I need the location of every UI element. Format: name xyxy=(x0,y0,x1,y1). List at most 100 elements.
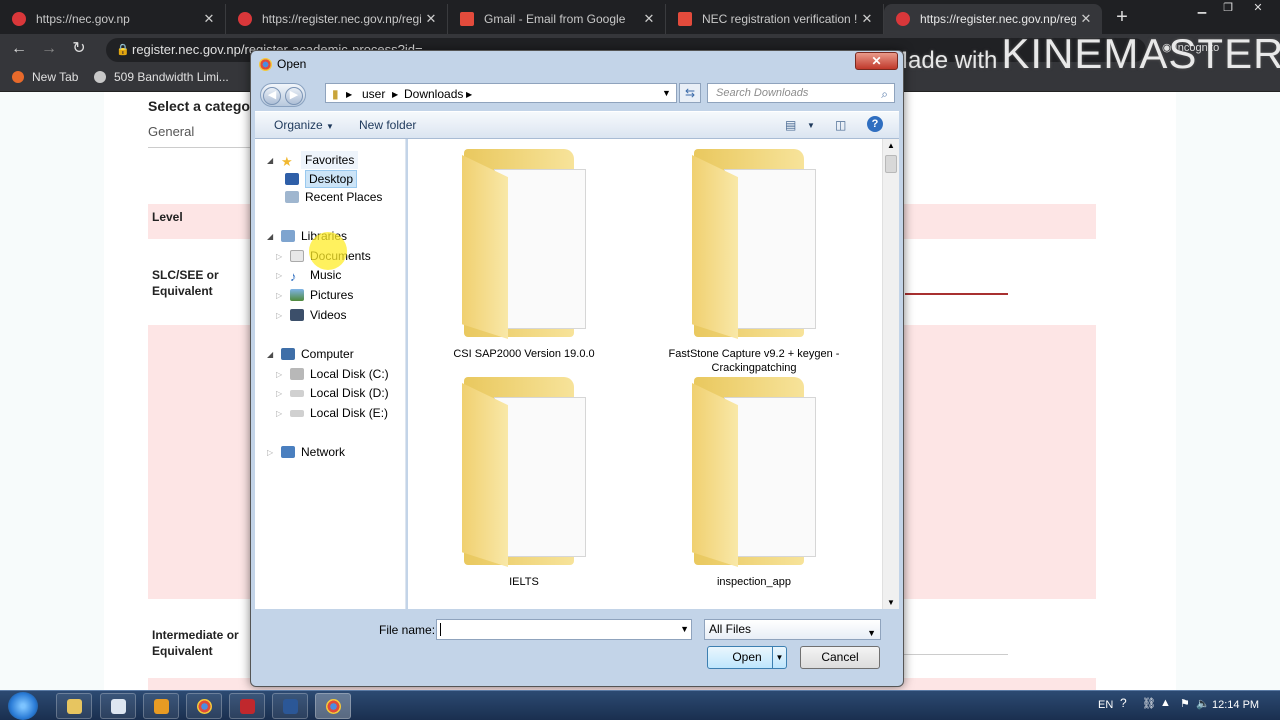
open-button[interactable]: Open ▼ xyxy=(707,646,787,669)
minimize-icon[interactable]: ▁ xyxy=(1188,0,1216,18)
folder-label: FastStone Capture v9.2 + keygen - xyxy=(668,348,840,360)
back-arrow-icon[interactable]: ← xyxy=(8,39,30,61)
scroll-down-icon[interactable]: ▼ xyxy=(887,598,895,607)
taskbar-word[interactable] xyxy=(272,693,308,719)
organize-button[interactable]: Organize ▼ xyxy=(274,118,334,132)
open-dropdown-icon[interactable]: ▼ xyxy=(772,647,786,668)
back-icon[interactable]: ◀ xyxy=(263,87,281,105)
help-icon[interactable]: ? xyxy=(1120,696,1127,710)
file-list: CSI SAP2000 Version 19.0.0 FastStone Cap… xyxy=(408,139,888,609)
browser-tab-3[interactable]: Gmail - Email from Google ✕ xyxy=(448,4,666,34)
desktop-icon xyxy=(285,173,299,185)
search-input[interactable]: Search Downloads ⌕ xyxy=(707,83,895,103)
flag-icon[interactable]: ⚑ xyxy=(1180,697,1190,710)
bookmark-new-tab[interactable]: New Tab xyxy=(12,70,78,84)
gmail-favicon-icon xyxy=(460,12,474,26)
close-tab-icon[interactable]: ✕ xyxy=(1076,11,1096,27)
bookmark-label: New Tab xyxy=(32,70,79,84)
taskbar-chrome[interactable] xyxy=(186,693,222,719)
vertical-scrollbar[interactable]: ▲ ▼ xyxy=(882,139,899,609)
browser-tab-2[interactable]: https://register.nec.gov.np/regi ✕ xyxy=(226,4,448,34)
refresh-icon[interactable]: ⇆ xyxy=(679,83,701,103)
chevron-down-icon[interactable]: ▼ xyxy=(662,88,671,98)
forward-arrow-icon[interactable]: → xyxy=(38,39,60,61)
tree-recent-places[interactable]: Recent Places xyxy=(285,190,382,204)
collapse-arrow-icon[interactable]: ◢ xyxy=(267,232,273,241)
volume-icon[interactable]: 🔈 xyxy=(1196,697,1210,710)
word-icon xyxy=(283,699,298,714)
close-tab-icon[interactable]: ✕ xyxy=(421,11,441,27)
tree-pictures[interactable]: ▷ Pictures xyxy=(276,288,353,302)
text-caret xyxy=(440,623,441,636)
close-tab-icon[interactable]: ✕ xyxy=(639,11,659,27)
folder-item[interactable]: CSI SAP2000 Version 19.0.0 xyxy=(414,149,634,361)
breadcrumb-user[interactable]: user xyxy=(362,87,385,101)
category-select[interactable]: General xyxy=(148,124,194,139)
collapse-arrow-icon[interactable]: ◢ xyxy=(267,350,273,359)
maximize-icon[interactable]: ❐ xyxy=(1214,0,1242,18)
tree-videos[interactable]: ▷ Videos xyxy=(276,308,346,322)
folder-item[interactable]: inspection_app xyxy=(644,377,864,589)
scroll-thumb[interactable] xyxy=(885,155,897,173)
dialog-close-button[interactable]: ✕ xyxy=(855,52,898,70)
network-icon xyxy=(281,446,295,458)
tree-disk-c[interactable]: ▷ Local Disk (C:) xyxy=(276,367,389,381)
folder-icon xyxy=(454,149,594,339)
folder-icon xyxy=(684,149,824,339)
forward-icon[interactable]: ▶ xyxy=(285,87,303,105)
tree-computer[interactable]: ◢ Computer xyxy=(267,347,354,361)
expand-arrow-icon[interactable]: ▷ xyxy=(276,291,282,300)
tree-disk-d[interactable]: ▷ Local Disk (D:) xyxy=(276,386,389,400)
help-icon[interactable]: ? xyxy=(867,116,883,132)
preview-pane-icon[interactable]: ◫ xyxy=(835,118,846,132)
taskbar-notepad[interactable] xyxy=(100,693,136,719)
window-close-icon[interactable]: ✕ xyxy=(1244,0,1272,18)
browser-tab-1[interactable]: https://nec.gov.np ✕ xyxy=(0,4,226,34)
tree-favorites[interactable]: ◢ ★ Favorites xyxy=(267,151,359,169)
folder-item[interactable]: FastStone Capture v9.2 + keygen - Cracki… xyxy=(644,149,864,375)
chevron-down-icon[interactable]: ▼ xyxy=(680,624,689,634)
file-type-value: All Files xyxy=(709,622,752,636)
tree-music[interactable]: ▷ ♪ Music xyxy=(276,268,341,284)
chevron-down-icon[interactable]: ▼ xyxy=(807,121,815,130)
new-tab-icon[interactable]: + xyxy=(1110,6,1134,30)
taskbar-media-player[interactable] xyxy=(143,693,179,719)
bookmark-bandwidth[interactable]: 509 Bandwidth Limi... xyxy=(94,70,229,84)
expand-arrow-icon[interactable]: ▷ xyxy=(267,448,273,457)
file-type-select[interactable]: All Files ▼ xyxy=(704,619,881,640)
close-tab-icon[interactable]: ✕ xyxy=(199,11,219,27)
breadcrumb[interactable]: ▮ ▶ user ▶ Downloads ▶ ▼ xyxy=(325,83,677,103)
network-icon[interactable]: ⛓ xyxy=(1142,697,1156,710)
expand-arrow-icon[interactable]: ▷ xyxy=(276,252,282,261)
expand-arrow-icon[interactable]: ▷ xyxy=(276,271,282,280)
language-indicator[interactable]: EN xyxy=(1098,699,1113,711)
folder-item[interactable]: IELTS xyxy=(414,377,634,589)
scroll-up-icon[interactable]: ▲ xyxy=(887,141,895,150)
collapse-arrow-icon[interactable]: ◢ xyxy=(267,156,273,165)
watermark-brand: KINEMASTER xyxy=(1001,30,1280,77)
taskbar-app-red[interactable] xyxy=(229,693,265,719)
show-hidden-icons-icon[interactable]: ▲ xyxy=(1160,697,1171,709)
expand-arrow-icon[interactable]: ▷ xyxy=(276,311,282,320)
tree-desktop[interactable]: Desktop xyxy=(285,170,358,188)
new-folder-button[interactable]: New folder xyxy=(359,118,416,132)
clock[interactable]: 12:14 PM xyxy=(1212,699,1259,711)
cancel-button[interactable]: Cancel xyxy=(800,646,880,669)
view-options-icon[interactable]: ▤ xyxy=(785,118,796,132)
tab-strip: https://nec.gov.np ✕ https://register.ne… xyxy=(0,0,1280,34)
expand-arrow-icon[interactable]: ▷ xyxy=(276,409,282,418)
taskbar-explorer[interactable] xyxy=(56,693,92,719)
file-name-input[interactable]: ▼ xyxy=(436,619,692,640)
reload-icon[interactable]: ↻ xyxy=(68,39,90,61)
browser-tab-4[interactable]: NEC registration verification ! - ✕ xyxy=(666,4,884,34)
search-icon: ⌕ xyxy=(881,87,888,101)
taskbar-chrome-active[interactable] xyxy=(315,693,351,719)
expand-arrow-icon[interactable]: ▷ xyxy=(276,389,282,398)
start-button[interactable] xyxy=(8,692,38,720)
tree-disk-e[interactable]: ▷ Local Disk (E:) xyxy=(276,406,388,420)
expand-arrow-icon[interactable]: ▷ xyxy=(276,370,282,379)
tree-label: Computer xyxy=(301,347,354,361)
close-tab-icon[interactable]: ✕ xyxy=(857,11,877,27)
tree-network[interactable]: ▷ Network xyxy=(267,445,345,459)
breadcrumb-downloads[interactable]: Downloads xyxy=(404,87,463,101)
